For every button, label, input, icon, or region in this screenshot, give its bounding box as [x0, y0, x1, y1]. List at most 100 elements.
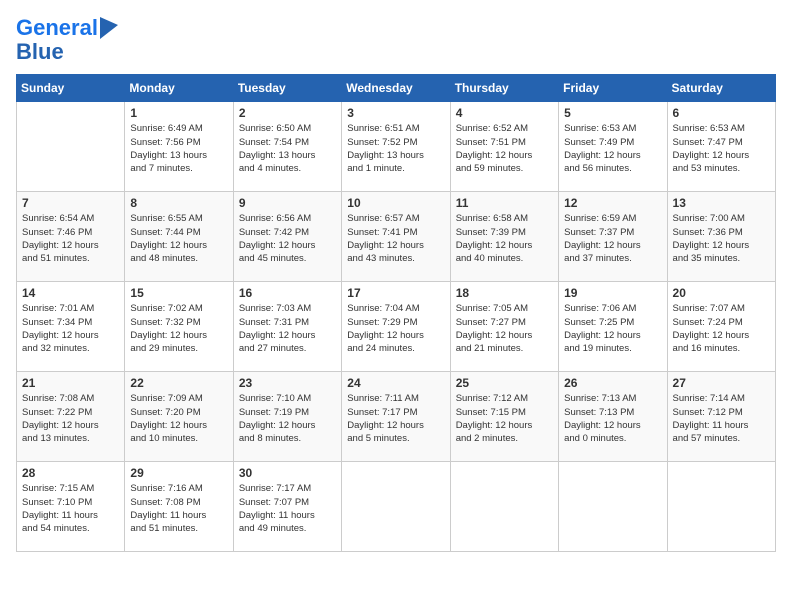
day-number: 30 — [239, 466, 336, 480]
calendar-table: SundayMondayTuesdayWednesdayThursdayFrid… — [16, 74, 776, 552]
week-row-5: 28 Sunrise: 7:15 AMSunset: 7:10 PMDayligh… — [17, 462, 776, 552]
cell-details: Sunrise: 7:10 AMSunset: 7:19 PMDaylight:… — [239, 392, 336, 445]
calendar-cell: 28 Sunrise: 7:15 AMSunset: 7:10 PMDayligh… — [17, 462, 125, 552]
cell-details: Sunrise: 6:51 AMSunset: 7:52 PMDaylight:… — [347, 122, 444, 175]
cell-details: Sunrise: 7:06 AMSunset: 7:25 PMDaylight:… — [564, 302, 661, 355]
day-number: 11 — [456, 196, 553, 210]
calendar-cell: 5 Sunrise: 6:53 AMSunset: 7:49 PMDaylight… — [559, 102, 667, 192]
cell-details: Sunrise: 7:08 AMSunset: 7:22 PMDaylight:… — [22, 392, 119, 445]
day-number: 27 — [673, 376, 770, 390]
day-number: 13 — [673, 196, 770, 210]
day-number: 1 — [130, 106, 227, 120]
day-number: 10 — [347, 196, 444, 210]
calendar-cell: 11 Sunrise: 6:58 AMSunset: 7:39 PMDayligh… — [450, 192, 558, 282]
calendar-cell: 6 Sunrise: 6:53 AMSunset: 7:47 PMDaylight… — [667, 102, 775, 192]
calendar-cell: 29 Sunrise: 7:16 AMSunset: 7:08 PMDayligh… — [125, 462, 233, 552]
day-number: 7 — [22, 196, 119, 210]
week-row-4: 21 Sunrise: 7:08 AMSunset: 7:22 PMDayligh… — [17, 372, 776, 462]
cell-details: Sunrise: 6:58 AMSunset: 7:39 PMDaylight:… — [456, 212, 553, 265]
calendar-cell: 1Sunrise: 6:49 AMSunset: 7:56 PMDaylight… — [125, 102, 233, 192]
cell-details: Sunrise: 6:52 AMSunset: 7:51 PMDaylight:… — [456, 122, 553, 175]
cell-details: Sunrise: 7:16 AMSunset: 7:08 PMDaylight:… — [130, 482, 227, 535]
cell-details: Sunrise: 7:03 AMSunset: 7:31 PMDaylight:… — [239, 302, 336, 355]
day-number: 15 — [130, 286, 227, 300]
day-number: 12 — [564, 196, 661, 210]
logo-icon — [100, 17, 118, 39]
cell-details: Sunrise: 7:15 AMSunset: 7:10 PMDaylight:… — [22, 482, 119, 535]
day-number: 23 — [239, 376, 336, 390]
calendar-cell: 22Sunrise: 7:09 AMSunset: 7:20 PMDayligh… — [125, 372, 233, 462]
logo: General Blue — [16, 16, 118, 64]
cell-details: Sunrise: 6:50 AMSunset: 7:54 PMDaylight:… — [239, 122, 336, 175]
calendar-cell: 10 Sunrise: 6:57 AMSunset: 7:41 PMDayligh… — [342, 192, 450, 282]
day-number: 9 — [239, 196, 336, 210]
column-header-friday: Friday — [559, 75, 667, 102]
cell-details: Sunrise: 7:00 AMSunset: 7:36 PMDaylight:… — [673, 212, 770, 265]
calendar-cell: 18 Sunrise: 7:05 AMSunset: 7:27 PMDayligh… — [450, 282, 558, 372]
calendar-cell: 17 Sunrise: 7:04 AMSunset: 7:29 PMDayligh… — [342, 282, 450, 372]
day-number: 2 — [239, 106, 336, 120]
day-number: 29 — [130, 466, 227, 480]
cell-details: Sunrise: 6:59 AMSunset: 7:37 PMDaylight:… — [564, 212, 661, 265]
calendar-cell: 8Sunrise: 6:55 AMSunset: 7:44 PMDaylight… — [125, 192, 233, 282]
day-number: 5 — [564, 106, 661, 120]
day-number: 28 — [22, 466, 119, 480]
cell-details: Sunrise: 7:04 AMSunset: 7:29 PMDaylight:… — [347, 302, 444, 355]
calendar-cell: 23 Sunrise: 7:10 AMSunset: 7:19 PMDayligh… — [233, 372, 341, 462]
cell-details: Sunrise: 6:53 AMSunset: 7:49 PMDaylight:… — [564, 122, 661, 175]
calendar-cell — [342, 462, 450, 552]
day-number: 3 — [347, 106, 444, 120]
calendar-cell: 20 Sunrise: 7:07 AMSunset: 7:24 PMDayligh… — [667, 282, 775, 372]
calendar-cell: 14 Sunrise: 7:01 AMSunset: 7:34 PMDayligh… — [17, 282, 125, 372]
calendar-cell — [17, 102, 125, 192]
logo-text-line1: General — [16, 16, 98, 40]
day-number: 21 — [22, 376, 119, 390]
column-header-thursday: Thursday — [450, 75, 558, 102]
column-header-tuesday: Tuesday — [233, 75, 341, 102]
calendar-cell: 3 Sunrise: 6:51 AMSunset: 7:52 PMDaylight… — [342, 102, 450, 192]
cell-details: Sunrise: 7:11 AMSunset: 7:17 PMDaylight:… — [347, 392, 444, 445]
cell-details: Sunrise: 7:07 AMSunset: 7:24 PMDaylight:… — [673, 302, 770, 355]
cell-details: Sunrise: 6:57 AMSunset: 7:41 PMDaylight:… — [347, 212, 444, 265]
day-number: 16 — [239, 286, 336, 300]
calendar-cell — [450, 462, 558, 552]
cell-details: Sunrise: 7:14 AMSunset: 7:12 PMDaylight:… — [673, 392, 770, 445]
calendar-cell: 27 Sunrise: 7:14 AMSunset: 7:12 PMDayligh… — [667, 372, 775, 462]
day-number: 17 — [347, 286, 444, 300]
calendar-cell: 19Sunrise: 7:06 AMSunset: 7:25 PMDayligh… — [559, 282, 667, 372]
calendar-cell: 2 Sunrise: 6:50 AMSunset: 7:54 PMDaylight… — [233, 102, 341, 192]
calendar-cell: 21 Sunrise: 7:08 AMSunset: 7:22 PMDayligh… — [17, 372, 125, 462]
calendar-header-row: SundayMondayTuesdayWednesdayThursdayFrid… — [17, 75, 776, 102]
calendar-cell: 16 Sunrise: 7:03 AMSunset: 7:31 PMDayligh… — [233, 282, 341, 372]
calendar-cell: 9 Sunrise: 6:56 AMSunset: 7:42 PMDaylight… — [233, 192, 341, 282]
calendar-body: 1Sunrise: 6:49 AMSunset: 7:56 PMDaylight… — [17, 102, 776, 552]
cell-details: Sunrise: 6:53 AMSunset: 7:47 PMDaylight:… — [673, 122, 770, 175]
column-header-wednesday: Wednesday — [342, 75, 450, 102]
calendar-cell: 15Sunrise: 7:02 AMSunset: 7:32 PMDayligh… — [125, 282, 233, 372]
calendar-cell: 25 Sunrise: 7:12 AMSunset: 7:15 PMDayligh… — [450, 372, 558, 462]
day-number: 25 — [456, 376, 553, 390]
day-number: 26 — [564, 376, 661, 390]
day-number: 6 — [673, 106, 770, 120]
day-number: 20 — [673, 286, 770, 300]
day-number: 8 — [130, 196, 227, 210]
day-number: 22 — [130, 376, 227, 390]
column-header-saturday: Saturday — [667, 75, 775, 102]
cell-details: Sunrise: 7:05 AMSunset: 7:27 PMDaylight:… — [456, 302, 553, 355]
calendar-cell: 4 Sunrise: 6:52 AMSunset: 7:51 PMDaylight… — [450, 102, 558, 192]
day-number: 14 — [22, 286, 119, 300]
cell-details: Sunrise: 7:01 AMSunset: 7:34 PMDaylight:… — [22, 302, 119, 355]
day-number: 4 — [456, 106, 553, 120]
day-number: 24 — [347, 376, 444, 390]
cell-details: Sunrise: 7:12 AMSunset: 7:15 PMDaylight:… — [456, 392, 553, 445]
calendar-cell: 30 Sunrise: 7:17 AMSunset: 7:07 PMDayligh… — [233, 462, 341, 552]
cell-details: Sunrise: 6:56 AMSunset: 7:42 PMDaylight:… — [239, 212, 336, 265]
calendar-cell: 12 Sunrise: 6:59 AMSunset: 7:37 PMDayligh… — [559, 192, 667, 282]
cell-details: Sunrise: 7:13 AMSunset: 7:13 PMDaylight:… — [564, 392, 661, 445]
calendar-cell: 13 Sunrise: 7:00 AMSunset: 7:36 PMDayligh… — [667, 192, 775, 282]
calendar-cell: 26 Sunrise: 7:13 AMSunset: 7:13 PMDayligh… — [559, 372, 667, 462]
week-row-2: 7Sunrise: 6:54 AMSunset: 7:46 PMDaylight… — [17, 192, 776, 282]
calendar-cell: 24 Sunrise: 7:11 AMSunset: 7:17 PMDayligh… — [342, 372, 450, 462]
cell-details: Sunrise: 7:17 AMSunset: 7:07 PMDaylight:… — [239, 482, 336, 535]
day-number: 18 — [456, 286, 553, 300]
